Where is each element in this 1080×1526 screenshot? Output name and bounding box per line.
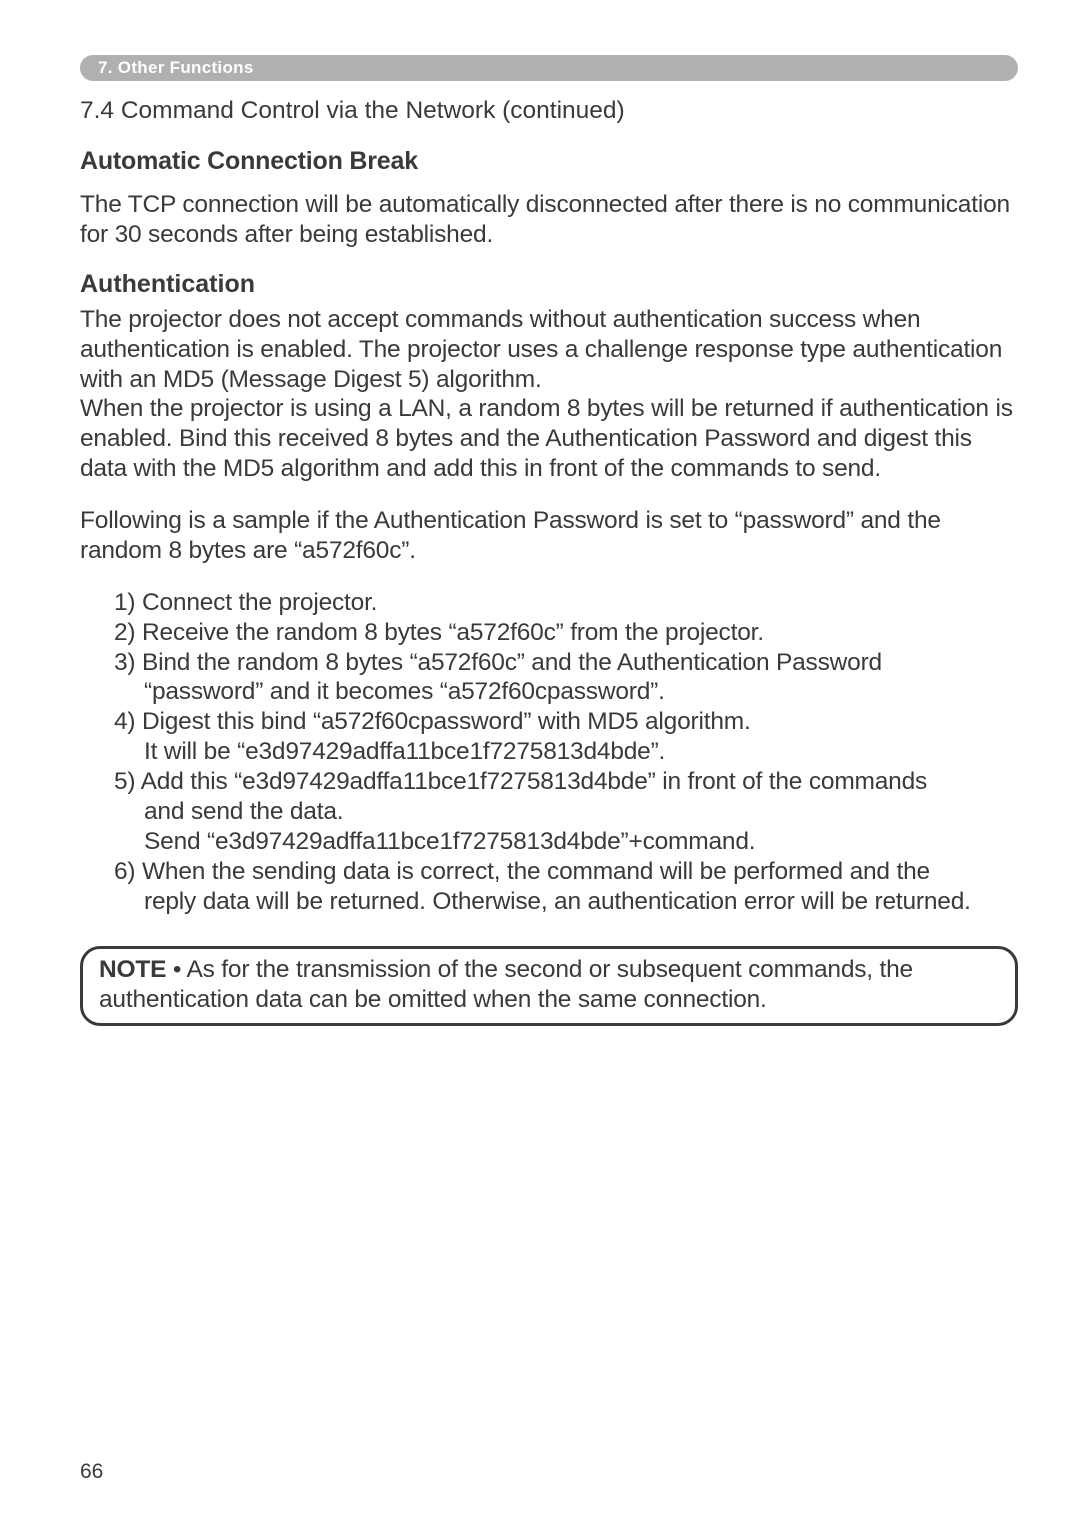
note-label: NOTE bbox=[99, 956, 166, 983]
heading-automatic-connection-break: Automatic Connection Break bbox=[80, 147, 1018, 176]
step-2: 2) Receive the random 8 bytes “a572f60c”… bbox=[110, 618, 1018, 648]
step-6-line1: 6) When the sending data is correct, the… bbox=[110, 857, 1018, 887]
auth-paragraph-2: When the projector is using a LAN, a ran… bbox=[80, 394, 1018, 484]
step-5-line3: Send “e3d97429adffa11bce1f7275813d4bde”+… bbox=[110, 827, 1018, 857]
auth-paragraph-1: The projector does not accept commands w… bbox=[80, 305, 1018, 395]
steps-list: 1) Connect the projector. 2) Receive the… bbox=[80, 588, 1018, 917]
step-5-line2: and send the data. bbox=[110, 797, 1018, 827]
acb-text: The TCP connection will be automatically… bbox=[80, 190, 1018, 250]
step-4-line2: It will be “e3d97429adffa11bce1f7275813d… bbox=[110, 737, 1018, 767]
note-box: NOTE • As for the transmission of the se… bbox=[80, 946, 1018, 1026]
step-3-line1: 3) Bind the random 8 bytes “a572f60c” an… bbox=[110, 648, 1018, 678]
auth-sample-intro: Following is a sample if the Authenticat… bbox=[80, 506, 1018, 566]
heading-authentication: Authentication bbox=[80, 270, 1018, 299]
step-5-line1: 5) Add this “e3d97429adffa11bce1f7275813… bbox=[110, 767, 1018, 797]
step-1: 1) Connect the projector. bbox=[110, 588, 1018, 618]
section-tab: 7. Other Functions bbox=[80, 55, 1018, 81]
page-number: 66 bbox=[80, 1460, 103, 1484]
step-3-line2: “password” and it becomes “a572f60cpassw… bbox=[110, 677, 1018, 707]
note-text: • As for the transmission of the second … bbox=[99, 956, 913, 1013]
section-tab-label: 7. Other Functions bbox=[98, 58, 254, 77]
step-4-line1: 4) Digest this bind “a572f60cpassword” w… bbox=[110, 707, 1018, 737]
step-6-line2: reply data will be returned. Otherwise, … bbox=[110, 887, 1018, 917]
continuation-title: 7.4 Command Control via the Network (con… bbox=[80, 97, 1018, 125]
